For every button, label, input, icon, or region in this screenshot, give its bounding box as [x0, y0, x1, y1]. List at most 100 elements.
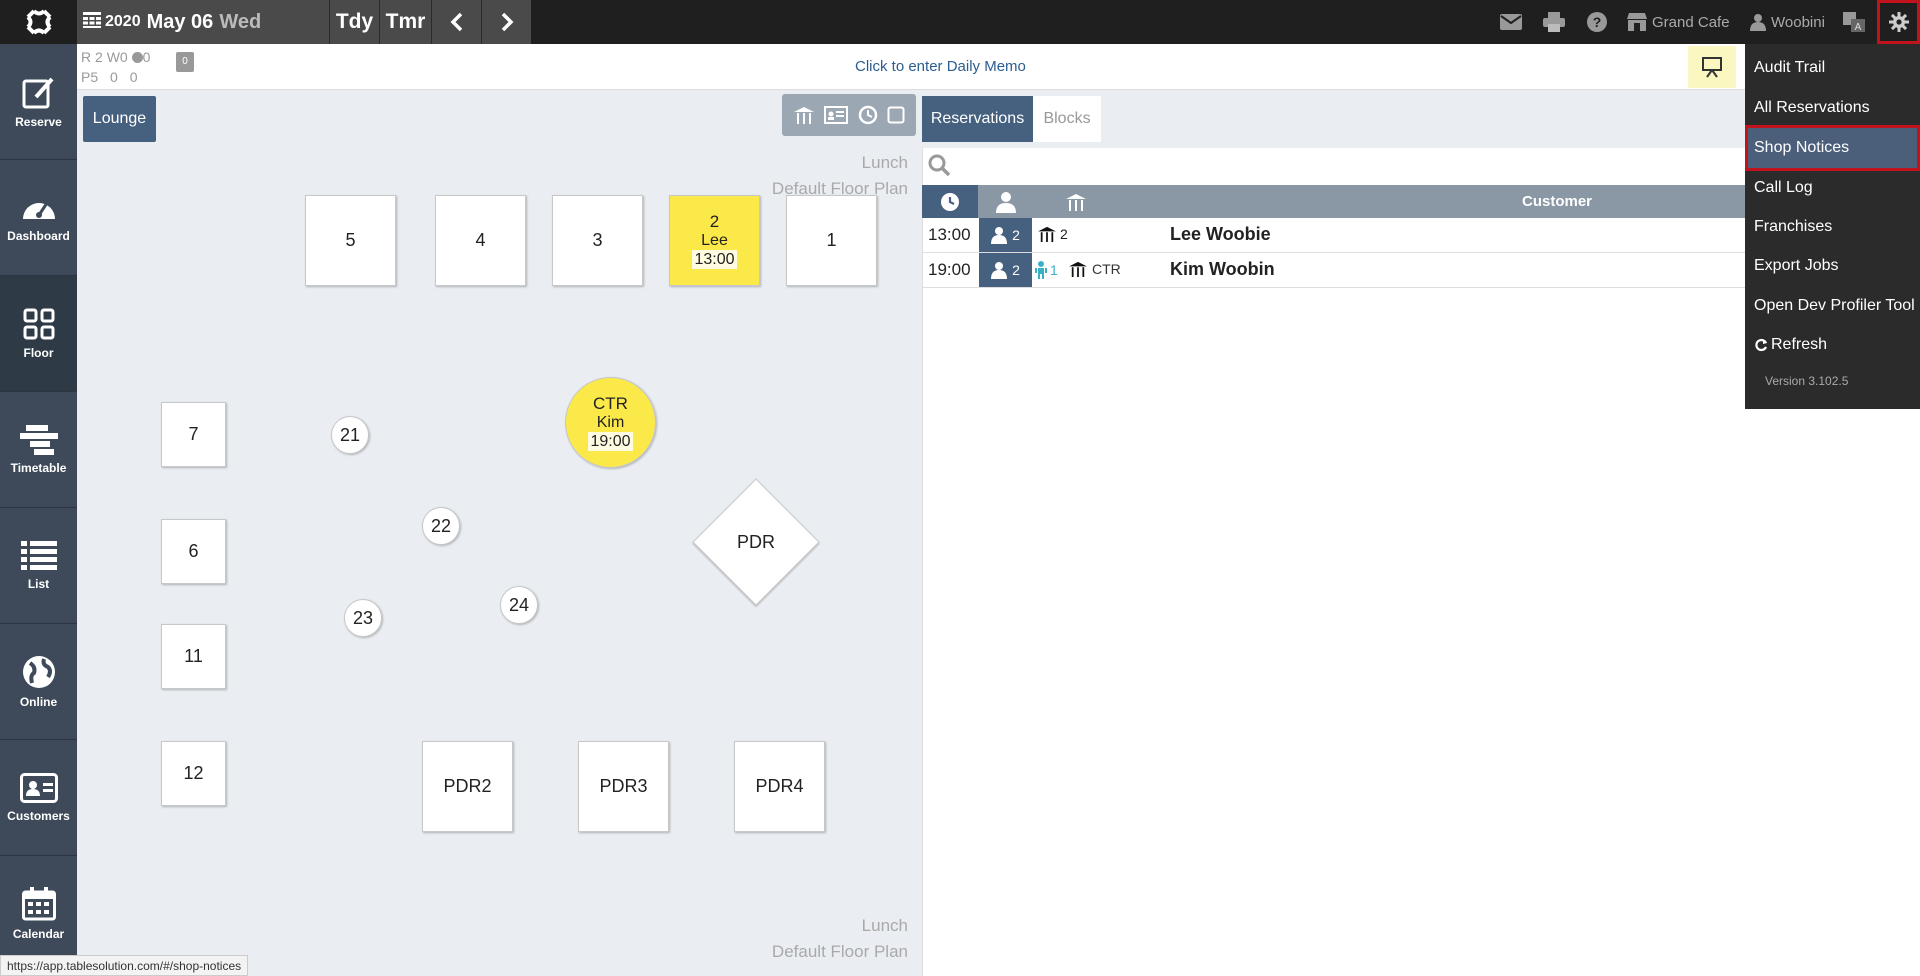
presentation-button[interactable] [1688, 46, 1736, 88]
menu-item-call-log[interactable]: Call Log [1745, 169, 1920, 207]
col-pax[interactable] [978, 185, 1033, 218]
prev-day-button[interactable] [431, 0, 481, 44]
settings-button[interactable] [1877, 0, 1920, 44]
table-24[interactable]: 24 [500, 586, 538, 624]
table-pdr4[interactable]: PDR4 [734, 741, 825, 832]
table-icon[interactable] [793, 106, 815, 124]
table-7[interactable]: 7 [161, 402, 226, 467]
menu-item-all-reservations[interactable]: All Reservations [1745, 89, 1920, 127]
chevron-left-icon [450, 12, 462, 32]
sidebar-item-label: Calendar [12, 927, 65, 941]
guest-name: Lee [701, 232, 728, 249]
card-icon[interactable] [824, 106, 849, 124]
table-pdr3[interactable]: PDR3 [578, 741, 669, 832]
table-6[interactable]: 6 [161, 519, 226, 584]
date-picker[interactable]: 2020 May 06 Wed [77, 0, 329, 44]
table-ctr-booked[interactable]: CTR Kim 19:00 [565, 377, 656, 468]
sidebar-item-timetable[interactable]: Timetable [0, 392, 77, 508]
menu-item-shop-notices[interactable]: Shop Notices [1745, 125, 1920, 171]
sidebar-item-reserve[interactable]: Reserve [0, 44, 77, 160]
notes-badge[interactable]: 0 [176, 52, 194, 72]
reservation-table: CTR [1068, 261, 1121, 277]
table-11[interactable]: 11 [161, 624, 226, 689]
tab-reservations[interactable]: Reservations [922, 96, 1033, 142]
col-table[interactable] [1056, 185, 1096, 218]
reservation-time: 13:00 [928, 225, 971, 244]
person-icon [995, 191, 1016, 213]
mail-button[interactable] [1500, 0, 1522, 44]
envelope-icon [1500, 14, 1522, 30]
user-icon [1750, 14, 1766, 31]
plan-label-bottom: Default Floor Plan [771, 942, 908, 961]
table-1[interactable]: 1 [786, 195, 877, 286]
menu-item-franchises[interactable]: Franchises [1745, 208, 1920, 246]
tomorrow-button[interactable]: Tmr [379, 0, 431, 44]
table-icon [1038, 226, 1056, 242]
status-bar-url: https://app.tablesolution.com/#/shop-not… [0, 955, 249, 976]
today-button[interactable]: Tdy [329, 0, 379, 44]
shop-name: Grand Cafe [1652, 13, 1730, 31]
table-5[interactable]: 5 [305, 195, 396, 286]
clock-icon[interactable] [858, 105, 878, 125]
table-22[interactable]: 22 [422, 507, 460, 545]
help-icon: ? [1587, 12, 1607, 32]
chevron-right-icon [501, 12, 513, 32]
square-icon[interactable] [887, 106, 905, 124]
next-day-button[interactable] [481, 0, 531, 44]
table-12[interactable]: 12 [161, 741, 226, 806]
menu-item-label: Refresh [1771, 336, 1828, 353]
menu-item-audit-trail[interactable]: Audit Trail [1745, 49, 1920, 87]
table-4[interactable]: 4 [435, 195, 526, 286]
table-2-booked[interactable]: 2 Lee 13:00 [669, 195, 760, 286]
service-label-bottom: Lunch [861, 916, 908, 935]
reservation-stat: R 2 W0 0 [81, 49, 151, 65]
sidebar-item-list[interactable]: List [0, 508, 77, 624]
floor-toolbar [782, 94, 916, 136]
search-icon [928, 154, 950, 176]
service-label-top: Lunch [861, 153, 908, 172]
booking-time: 13:00 [692, 250, 737, 269]
shop-selector[interactable]: Grand Cafe [1627, 0, 1730, 44]
sidebar-item-label: Timetable [10, 460, 67, 475]
list-icon [20, 540, 57, 570]
app-logo[interactable] [0, 0, 77, 44]
dashboard-icon [22, 201, 55, 219]
print-button[interactable] [1543, 0, 1565, 44]
col-time[interactable] [922, 185, 978, 218]
table-pdr-label: PDR [736, 532, 775, 552]
table-21[interactable]: 21 [331, 416, 369, 454]
table-23[interactable]: 23 [344, 599, 382, 637]
timetable-icon [19, 424, 58, 455]
sidebar-item-label: List [27, 576, 50, 591]
person-icon [991, 262, 1008, 279]
area-tab-lounge[interactable]: Lounge [83, 96, 156, 142]
tab-blocks[interactable]: Blocks [1033, 96, 1101, 142]
user-name: Woobini [1771, 13, 1825, 31]
clock-icon [941, 192, 959, 211]
reservation-customer: Kim Woobin [1170, 259, 1275, 279]
menu-item-export-jobs[interactable]: Export Jobs [1745, 247, 1920, 285]
user-menu[interactable]: Woobini [1750, 0, 1825, 44]
reservation-table: 2 [1037, 226, 1068, 242]
col-customer[interactable]: Customer [1427, 193, 1687, 210]
table-number: CTR [593, 394, 628, 413]
sidebar-item-online[interactable]: Online [0, 624, 77, 740]
svg-text:?: ? [1593, 14, 1602, 30]
sidebar-item-label: Customers [7, 808, 70, 823]
menu-item-dev-profiler[interactable]: Open Dev Profiler Tool [1745, 287, 1920, 325]
sidebar-item-customers[interactable]: Customers [0, 740, 77, 856]
help-button[interactable]: ? [1587, 0, 1607, 44]
table-pdr2[interactable]: PDR2 [422, 741, 513, 832]
calendar-grid-icon [83, 11, 101, 33]
table-3[interactable]: 3 [552, 195, 643, 286]
sidebar-item-label: Reserve [15, 114, 62, 129]
pax-stat: P5 0 0 [81, 69, 138, 85]
sidebar-item-label: Floor [23, 345, 54, 360]
reservation-pax: 2 [979, 218, 1032, 252]
sidebar-item-dashboard[interactable]: Dashboard [0, 160, 77, 276]
sidebar-item-floor[interactable]: Floor [0, 276, 77, 392]
daily-memo[interactable]: Click to enter Daily Memo [855, 58, 1026, 75]
language-button[interactable]: A [1843, 0, 1865, 44]
printer-icon [1543, 12, 1565, 32]
menu-item-refresh[interactable]: Refresh [1745, 326, 1920, 364]
